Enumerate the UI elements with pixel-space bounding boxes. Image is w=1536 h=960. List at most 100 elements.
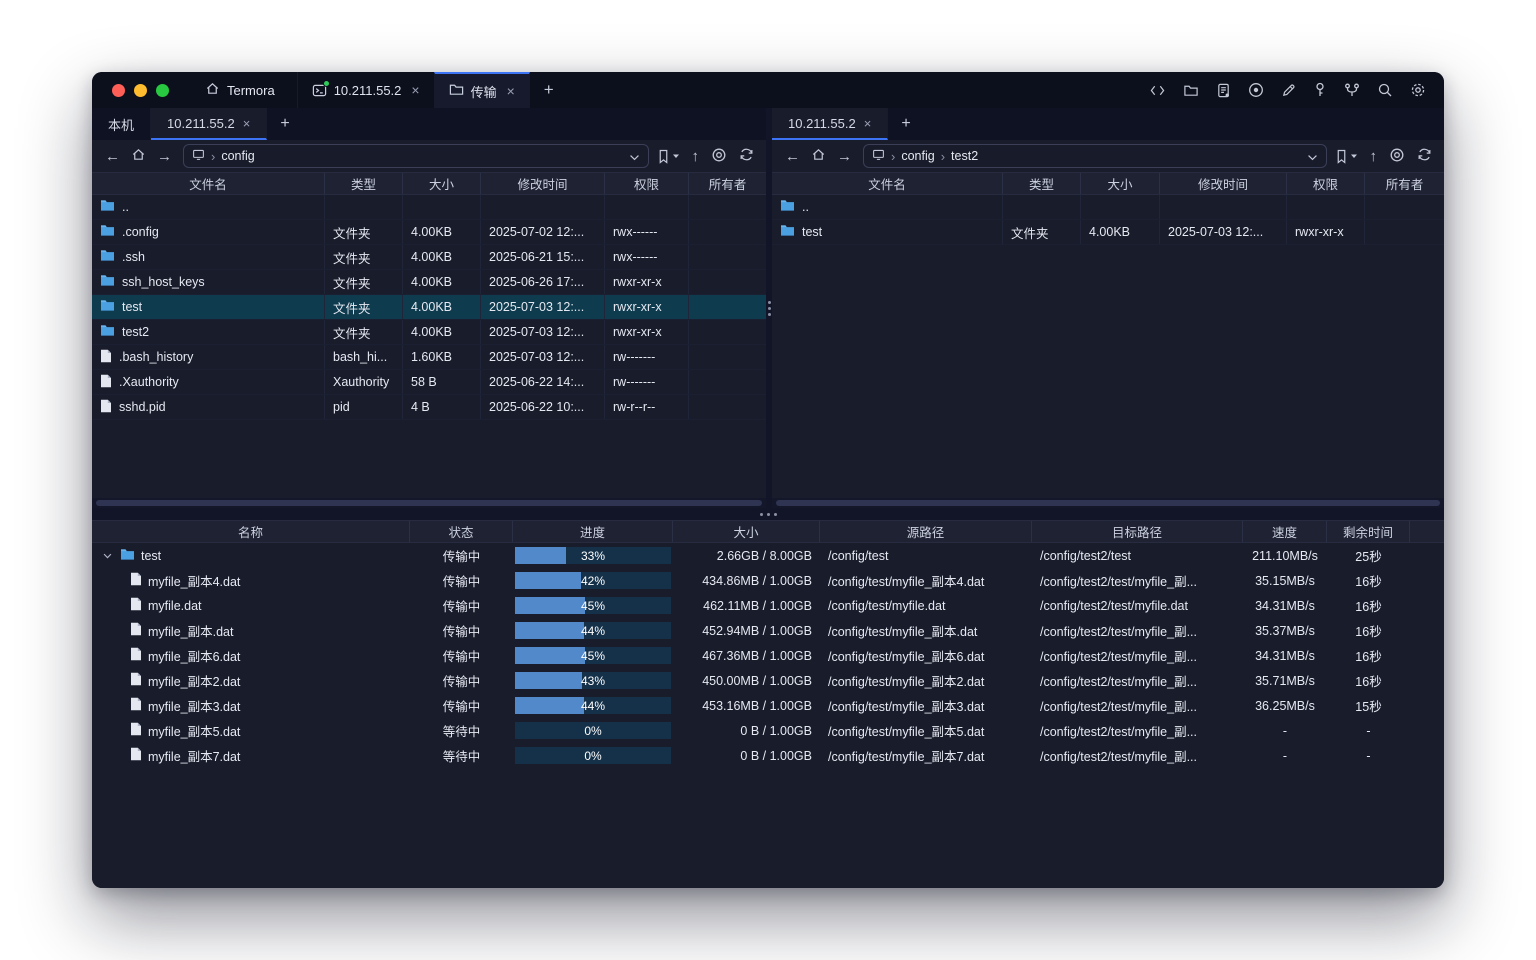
file-row[interactable]: test文件夹4.00KB2025-07-03 12:...rwxr-xr-x <box>92 295 766 320</box>
transfer-remaining-cell: - <box>1327 718 1410 743</box>
file-row[interactable]: .. <box>92 195 766 220</box>
path-breadcrumb[interactable]: › config <box>183 144 649 168</box>
transfer-row[interactable]: myfile_副本3.dat传输中44%453.16MB / 1.00GB/co… <box>92 693 1444 718</box>
record-icon[interactable] <box>1248 82 1264 98</box>
column-header[interactable]: 类型 <box>325 173 403 194</box>
refresh-icon[interactable] <box>1417 147 1432 165</box>
folder-icon[interactable] <box>1183 83 1199 98</box>
transfer-row[interactable]: myfile_副本6.dat传输中45%467.36MB / 1.00GB/co… <box>92 643 1444 668</box>
column-header[interactable]: 大小 <box>673 521 820 542</box>
close-tab-icon[interactable]: × <box>507 83 515 99</box>
home-icon[interactable] <box>131 147 146 165</box>
close-tab-icon[interactable]: × <box>411 82 419 98</box>
transfer-row[interactable]: myfile_副本4.dat传输中42%434.86MB / 1.00GB/co… <box>92 568 1444 593</box>
chevron-down-icon[interactable] <box>629 149 640 164</box>
close-icon[interactable]: × <box>864 116 872 131</box>
breadcrumb-segment[interactable]: config <box>221 149 254 163</box>
column-header[interactable]: 权限 <box>605 173 689 194</box>
file-table-header[interactable]: 文件名类型大小修改时间权限所有者 <box>92 172 766 195</box>
upload-button[interactable]: ↑ <box>692 148 700 165</box>
column-header[interactable]: 源路径 <box>820 521 1032 542</box>
column-header[interactable]: 权限 <box>1287 173 1365 194</box>
transfer-row[interactable]: myfile.dat传输中45%462.11MB / 1.00GB/config… <box>92 593 1444 618</box>
titlebar-tab-transfer[interactable]: 传输 × <box>434 72 530 108</box>
collapse-chevron-icon[interactable] <box>100 553 114 559</box>
file-panes: 本机 10.211.55.2 × + ← → <box>92 108 1444 508</box>
horizontal-scrollbar[interactable] <box>772 498 1444 508</box>
horizontal-scrollbar[interactable] <box>92 498 766 508</box>
transfer-size-cell: 2.66GB / 8.00GB <box>673 543 820 568</box>
search-icon[interactable] <box>1377 82 1393 98</box>
file-row[interactable]: .config文件夹4.00KB2025-07-02 12:...rwx----… <box>92 220 766 245</box>
bookmark-button[interactable] <box>1335 149 1358 164</box>
edit-icon[interactable] <box>1281 83 1296 98</box>
file-row[interactable]: test文件夹4.00KB2025-07-03 12:...rwxr-xr-x <box>772 220 1444 245</box>
keychain-icon[interactable] <box>1344 82 1360 98</box>
column-header[interactable]: 状态 <box>410 521 513 542</box>
path-breadcrumb[interactable]: › config › test2 <box>863 144 1327 168</box>
file-row[interactable]: test2文件夹4.00KB2025-07-03 12:...rwxr-xr-x <box>92 320 766 345</box>
column-header[interactable]: 文件名 <box>92 173 325 194</box>
scrollbar-thumb[interactable] <box>776 500 1440 506</box>
column-header[interactable]: 大小 <box>1081 173 1160 194</box>
show-hidden-icon[interactable] <box>1389 147 1405 166</box>
forward-button[interactable]: → <box>154 149 175 164</box>
column-header[interactable]: 速度 <box>1243 521 1327 542</box>
file-row[interactable]: .bash_historybash_hi...1.60KB2025-07-03 … <box>92 345 766 370</box>
chevron-down-icon[interactable] <box>1307 149 1318 164</box>
close-window-button[interactable] <box>112 84 125 97</box>
upload-button[interactable]: ↑ <box>1370 148 1378 165</box>
transfer-row[interactable]: myfile_副本5.dat等待中0%0 B / 1.00GB/config/t… <box>92 718 1444 743</box>
file-row[interactable]: .. <box>772 195 1444 220</box>
show-hidden-icon[interactable] <box>711 147 727 166</box>
transfer-row[interactable]: myfile_副本7.dat等待中0%0 B / 1.00GB/config/t… <box>92 743 1444 768</box>
file-row[interactable]: sshd.pidpid4 B2025-06-22 10:...rw-r--r-- <box>92 395 766 420</box>
app-home-tab[interactable]: Termora <box>183 72 297 108</box>
settings-icon[interactable] <box>1410 82 1426 98</box>
tab-remote-left[interactable]: 10.211.55.2 × <box>151 108 267 140</box>
refresh-icon[interactable] <box>739 147 754 165</box>
breadcrumb-segment[interactable]: config <box>901 149 934 163</box>
column-header[interactable]: 所有者 <box>1365 173 1444 194</box>
log-icon[interactable] <box>1216 83 1231 98</box>
column-header[interactable]: 文件名 <box>772 173 1003 194</box>
bookmark-button[interactable] <box>657 149 680 164</box>
column-header[interactable]: 类型 <box>1003 173 1081 194</box>
back-button[interactable]: ← <box>782 149 803 164</box>
file-table-header[interactable]: 文件名类型大小修改时间权限所有者 <box>772 172 1444 195</box>
file-row[interactable]: ssh_host_keys文件夹4.00KB2025-06-26 17:...r… <box>92 270 766 295</box>
back-button[interactable]: ← <box>102 149 123 164</box>
file-row[interactable]: .ssh文件夹4.00KB2025-06-21 15:...rwx------ <box>92 245 766 270</box>
forward-button[interactable]: → <box>834 149 855 164</box>
transfer-row[interactable]: test传输中33%2.66GB / 8.00GB/config/test/co… <box>92 543 1444 568</box>
home-icon[interactable] <box>811 147 826 165</box>
transfer-row-filler <box>1410 743 1444 768</box>
column-header[interactable]: 进度 <box>513 521 673 542</box>
new-titlebar-tab-button[interactable]: + <box>530 72 568 108</box>
column-header[interactable]: 名称 <box>92 521 410 542</box>
tab-local[interactable]: 本机 <box>92 108 151 140</box>
transfer-table-body: test传输中33%2.66GB / 8.00GB/config/test/co… <box>92 543 1444 768</box>
code-icon[interactable] <box>1149 83 1166 98</box>
zoom-window-button[interactable] <box>156 84 169 97</box>
tab-remote-right[interactable]: 10.211.55.2 × <box>772 108 888 140</box>
file-row[interactable]: .XauthorityXauthority58 B2025-06-22 14:.… <box>92 370 766 395</box>
column-header[interactable]: 目标路径 <box>1032 521 1243 542</box>
column-header[interactable]: 大小 <box>403 173 481 194</box>
column-header[interactable]: 修改时间 <box>1160 173 1287 194</box>
close-icon[interactable]: × <box>243 116 251 131</box>
titlebar-tab-ssh[interactable]: 10.211.55.2 × <box>297 72 434 108</box>
column-header[interactable]: 所有者 <box>689 173 766 194</box>
transfer-row[interactable]: myfile_副本2.dat传输中43%450.00MB / 1.00GB/co… <box>92 668 1444 693</box>
new-pane-tab-button[interactable]: + <box>888 108 923 140</box>
breadcrumb-segment[interactable]: test2 <box>951 149 978 163</box>
transfer-row[interactable]: myfile_副本.dat传输中44%452.94MB / 1.00GB/con… <box>92 618 1444 643</box>
new-pane-tab-button[interactable]: + <box>267 108 302 140</box>
scrollbar-thumb[interactable] <box>96 500 762 506</box>
column-header[interactable]: 修改时间 <box>481 173 605 194</box>
key-icon[interactable] <box>1313 82 1327 98</box>
transfer-table-header[interactable]: 名称状态进度大小源路径目标路径速度剩余时间 <box>92 520 1444 543</box>
minimize-window-button[interactable] <box>134 84 147 97</box>
horizontal-splitter[interactable] <box>92 508 1444 520</box>
column-header[interactable]: 剩余时间 <box>1327 521 1410 542</box>
